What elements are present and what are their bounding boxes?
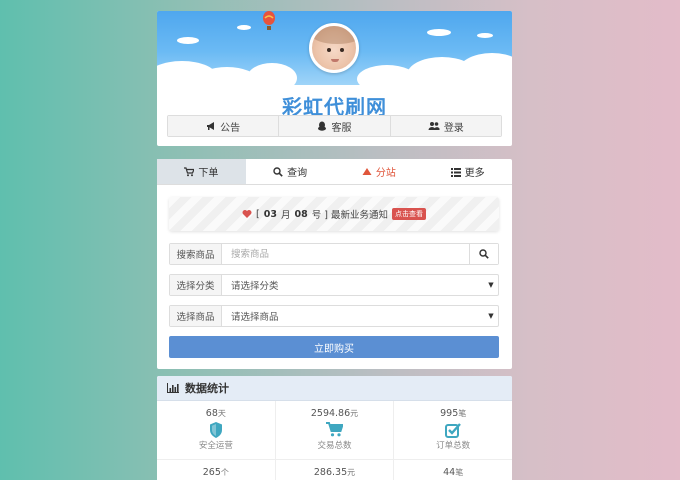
stat-value: 44 <box>443 467 456 478</box>
bar-chart-icon <box>167 383 179 393</box>
search-product-input[interactable] <box>222 244 469 264</box>
check-square-icon <box>445 422 462 438</box>
cart-icon <box>326 422 343 437</box>
shield-icon <box>209 421 222 438</box>
notice-month-suffix: 月 <box>280 210 291 221</box>
stat-unit: 元 <box>350 409 359 418</box>
search-icon <box>273 166 283 177</box>
sitemap-icon <box>362 167 372 175</box>
category-label: 选择分类 <box>170 275 222 295</box>
avatar <box>309 23 359 73</box>
notice-text: 号 ] 最新业务通知 <box>311 210 388 221</box>
heart-icon <box>242 210 252 218</box>
product-label: 选择商品 <box>170 306 222 326</box>
notice-prefix: [ <box>256 208 260 220</box>
list-icon <box>450 167 461 177</box>
announcement-button[interactable]: 公告 <box>168 116 280 136</box>
customer-service-button[interactable]: 客服 <box>279 116 391 136</box>
product-select-field: 选择商品 请选择商品 ▼ <box>169 305 499 327</box>
stat-value: 286.35 <box>313 467 348 478</box>
stat-unit: 个 <box>220 468 229 477</box>
qq-penguin-icon <box>318 121 327 131</box>
notice-day: 08 <box>294 208 308 220</box>
tab-substation[interactable]: 分站 <box>335 159 424 184</box>
notice-view-badge[interactable]: 点击查看 <box>391 208 426 220</box>
stats-row: 68天 安全运营 2594.86元 交易总数 995笔 订单总数 <box>157 401 512 460</box>
category-select[interactable]: 请选择分类 <box>222 275 484 295</box>
stat-value: 265 <box>202 467 221 478</box>
tab-more[interactable]: 更多 <box>423 159 512 184</box>
chevron-down-icon: ▼ <box>488 281 494 289</box>
search-product-label: 搜索商品 <box>170 244 222 264</box>
hot-air-balloon-icon <box>263 11 275 30</box>
stats-title: 数据统计 <box>185 382 229 395</box>
stat-unit: 天 <box>217 409 226 418</box>
stat-transaction-total: 2594.86元 交易总数 <box>276 401 395 459</box>
tab-order[interactable]: 下单 <box>157 159 246 184</box>
stat-order-total: 995笔 订单总数 <box>394 401 512 459</box>
tab-substation-label: 分站 <box>375 168 396 179</box>
login-label: 登录 <box>443 122 464 134</box>
stats-card: 数据统计 68天 安全运营 2594.86元 交易总数 995笔 订单总数 26… <box>157 376 512 480</box>
announcement-label: 公告 <box>220 122 241 134</box>
header-nav: 公告 客服 登录 <box>167 115 502 137</box>
latest-notice[interactable]: [ 03 月 08 号 ] 最新业务通知 点击查看 <box>169 197 499 231</box>
tab-query-label: 查询 <box>287 168 308 179</box>
stat-label: 交易总数 <box>317 441 352 451</box>
tab-query[interactable]: 查询 <box>246 159 335 184</box>
stat-cell: 286.35元 <box>276 460 395 480</box>
search-product-field: 搜索商品 <box>169 243 499 265</box>
stat-cell: 265个 <box>157 460 276 480</box>
stat-label: 订单总数 <box>436 441 471 451</box>
login-button[interactable]: 登录 <box>390 116 501 136</box>
stat-unit: 笔 <box>455 468 464 477</box>
stat-label: 安全运营 <box>198 441 233 451</box>
product-select[interactable]: 请选择商品 <box>222 306 484 326</box>
stat-unit: 笔 <box>458 409 467 418</box>
category-select-field: 选择分类 请选择分类 ▼ <box>169 274 499 296</box>
search-submit-button[interactable] <box>469 244 498 264</box>
stat-cell: 44笔 <box>394 460 512 480</box>
order-tabs: 下单 查询 分站 更多 <box>157 159 512 185</box>
megaphone-icon <box>207 122 215 130</box>
stat-operating-days: 68天 安全运营 <box>157 401 276 459</box>
stat-value: 995 <box>440 408 459 419</box>
stat-value: 2594.86 <box>310 408 351 419</box>
stats-header: 数据统计 <box>157 376 512 401</box>
search-icon <box>479 249 489 259</box>
customer-service-label: 客服 <box>331 122 352 134</box>
notice-month: 03 <box>263 208 277 220</box>
order-card: 下单 查询 分站 更多 [ 03 月 08 号 ] 最新业务通知 点击查看 搜索… <box>157 159 512 369</box>
stat-unit: 元 <box>347 468 356 477</box>
header-card: 彩虹代刷网 公告 客服 登录 <box>157 11 512 146</box>
chevron-down-icon: ▼ <box>488 312 494 320</box>
cart-icon <box>184 166 195 176</box>
tab-more-label: 更多 <box>464 168 485 179</box>
users-icon <box>428 122 440 130</box>
buy-now-button[interactable]: 立即购买 <box>169 336 499 358</box>
stat-value: 68 <box>205 408 218 419</box>
tab-order-label: 下单 <box>198 168 219 179</box>
stats-row: 265个 286.35元 44笔 <box>157 460 512 480</box>
